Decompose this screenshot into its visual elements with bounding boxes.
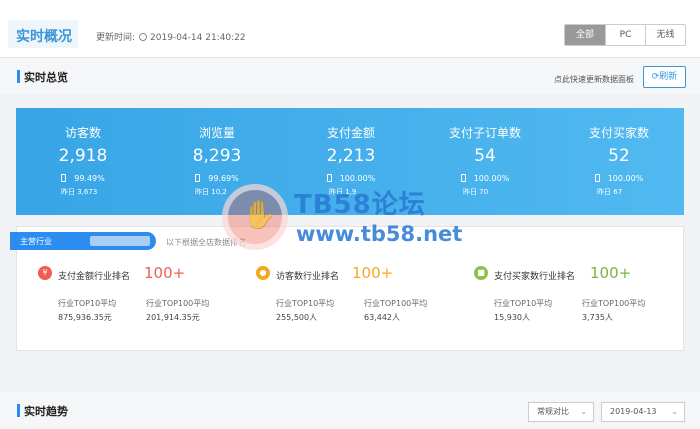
yesterday-label: 昨日: [597, 188, 611, 196]
update-time-value: 2019-04-14 21:40:22: [150, 33, 246, 43]
stat-value: 3,735人: [582, 313, 613, 322]
metric-value: 52: [608, 146, 630, 166]
page-title: 实时概况: [16, 29, 72, 45]
rank-value: 100+: [352, 264, 394, 282]
metric-label: 访客数: [64, 126, 101, 140]
device-segment: 全部 PC 无线: [564, 24, 686, 46]
overview-title: 实时总览: [24, 71, 68, 84]
stat-label: 行业TOP100平均: [364, 299, 428, 308]
section-marker: [17, 404, 20, 417]
metric-pct: 100.00%: [552, 174, 686, 183]
phone-icon: [594, 174, 600, 182]
metric-pct: 100.00%: [284, 174, 418, 183]
trend-header: 实时趋势: [0, 392, 700, 429]
metric-label: 浏览量: [198, 126, 235, 140]
yesterday-label: 昨日: [61, 188, 75, 196]
metric-yesterday: 昨日 3,673: [16, 187, 150, 197]
stat-value: 255,500人: [276, 313, 318, 322]
metric-label: 支付买家数: [588, 126, 649, 140]
yesterday-label: 昨日: [195, 188, 209, 196]
hand-icon: ✋: [242, 198, 277, 231]
refresh-button[interactable]: ⟳刷新: [643, 66, 686, 88]
date-value: 2019-04-13: [610, 407, 657, 416]
clock-icon: [139, 33, 148, 41]
metric-value: 54: [474, 146, 496, 166]
update-label: 更新时间:: [96, 33, 136, 43]
yesterday-value: 70: [479, 188, 489, 196]
rank-label: 支付金额行业排名: [58, 272, 131, 282]
stat-payment-top10: 行业TOP10平均 875,936.35元: [58, 298, 116, 323]
refresh-label: 刷新: [659, 72, 678, 82]
stat-value: 875,936.35元: [58, 313, 112, 322]
tab-wireless[interactable]: 无线: [645, 25, 685, 45]
stat-value: 201,914.35元: [146, 313, 200, 322]
stat-buyers-top10: 行业TOP10平均 15,930人: [494, 298, 552, 323]
chevron-down-icon: ⌄: [580, 407, 587, 416]
phone-icon: [195, 174, 201, 182]
user-icon: ●: [256, 266, 270, 280]
metric-pageviews[interactable]: 浏览量 8,293 99.69% 昨日 10,2: [150, 108, 284, 197]
phone-icon: [460, 174, 466, 182]
metric-pct: 100.00%: [418, 174, 552, 183]
trend-section: 实时趋势: [0, 392, 700, 428]
yesterday-value: 10,2: [211, 188, 227, 196]
phone-icon: [61, 174, 67, 182]
trend-title: 实时趋势: [24, 405, 68, 418]
industry-tag-label: 主营行业: [20, 237, 52, 246]
stat-label: 行业TOP100平均: [146, 299, 210, 308]
stat-buyers-top100: 行业TOP100平均 3,735人: [582, 298, 645, 323]
date-select[interactable]: 2019-04-13 ⌄: [601, 402, 685, 422]
stat-label: 行业TOP10平均: [494, 299, 553, 308]
yesterday-value: 67: [613, 188, 623, 196]
rank-value: 100+: [144, 264, 186, 282]
metric-pct-value: 99.49%: [74, 174, 105, 183]
watermark-text-2: www.tb58.net: [296, 222, 463, 246]
stat-value: 15,930人: [494, 313, 530, 322]
metric-pct-value: 100.00%: [473, 174, 510, 183]
stat-visitors-top100: 行业TOP100平均 63,442人: [364, 298, 427, 323]
compare-select[interactable]: 常规对比 ⌄: [528, 402, 594, 422]
metric-value: 2,213: [326, 146, 376, 166]
metric-pct-value: 100.00%: [339, 174, 376, 183]
stat-label: 行业TOP10平均: [276, 299, 335, 308]
buyer-icon: ■: [474, 266, 488, 280]
stat-visitors-top10: 行业TOP10平均 255,500人: [276, 298, 334, 323]
section-marker: [17, 70, 20, 83]
metric-yesterday: 昨日 70: [418, 187, 552, 197]
stat-value: 63,442人: [364, 313, 400, 322]
metric-visitors[interactable]: 访客数 2,918 99.49% 昨日 3,673: [16, 108, 150, 197]
phone-icon: [326, 174, 332, 182]
rank-label: 支付买家数行业排名: [494, 272, 576, 282]
metric-value: 8,293: [192, 146, 242, 166]
metric-pct: 99.69%: [150, 174, 284, 183]
metric-label: 支付子订单数: [448, 126, 521, 140]
watermark-text-1: TB58论坛: [294, 190, 426, 220]
tab-all[interactable]: 全部: [565, 25, 605, 45]
rank-label: 访客数行业排名: [276, 272, 340, 282]
update-time: 更新时间: 2019-04-14 21:40:22: [96, 30, 246, 43]
stat-label: 行业TOP100平均: [582, 299, 646, 308]
rank-value: 100+: [590, 264, 632, 282]
industry-tag: 主营行业: [10, 232, 156, 250]
tab-pc[interactable]: PC: [605, 25, 645, 45]
refresh-hint: 点此快速更新数据面板: [554, 75, 634, 84]
metric-sub-orders[interactable]: 支付子订单数 54 100.00% 昨日 70: [418, 108, 552, 197]
metric-buyers[interactable]: 支付买家数 52 100.00% 昨日 67: [552, 108, 686, 197]
metric-yesterday: 昨日 67: [552, 187, 686, 197]
stat-label: 行业TOP10平均: [58, 299, 117, 308]
metric-pct-value: 99.69%: [208, 174, 239, 183]
industry-name-blurred: [90, 236, 150, 246]
metric-value: 2,918: [58, 146, 108, 166]
yuan-icon: ¥: [38, 266, 52, 280]
metric-label: 支付金额: [326, 126, 375, 140]
yesterday-value: 3,673: [77, 188, 98, 196]
chevron-down-icon: ⌄: [671, 407, 678, 416]
yesterday-label: 昨日: [463, 188, 477, 196]
metric-pct: 99.49%: [16, 174, 150, 183]
stat-payment-top100: 行业TOP100平均 201,914.35元: [146, 298, 209, 323]
compare-label: 常规对比: [537, 407, 569, 416]
metric-pct-value: 100.00%: [607, 174, 644, 183]
